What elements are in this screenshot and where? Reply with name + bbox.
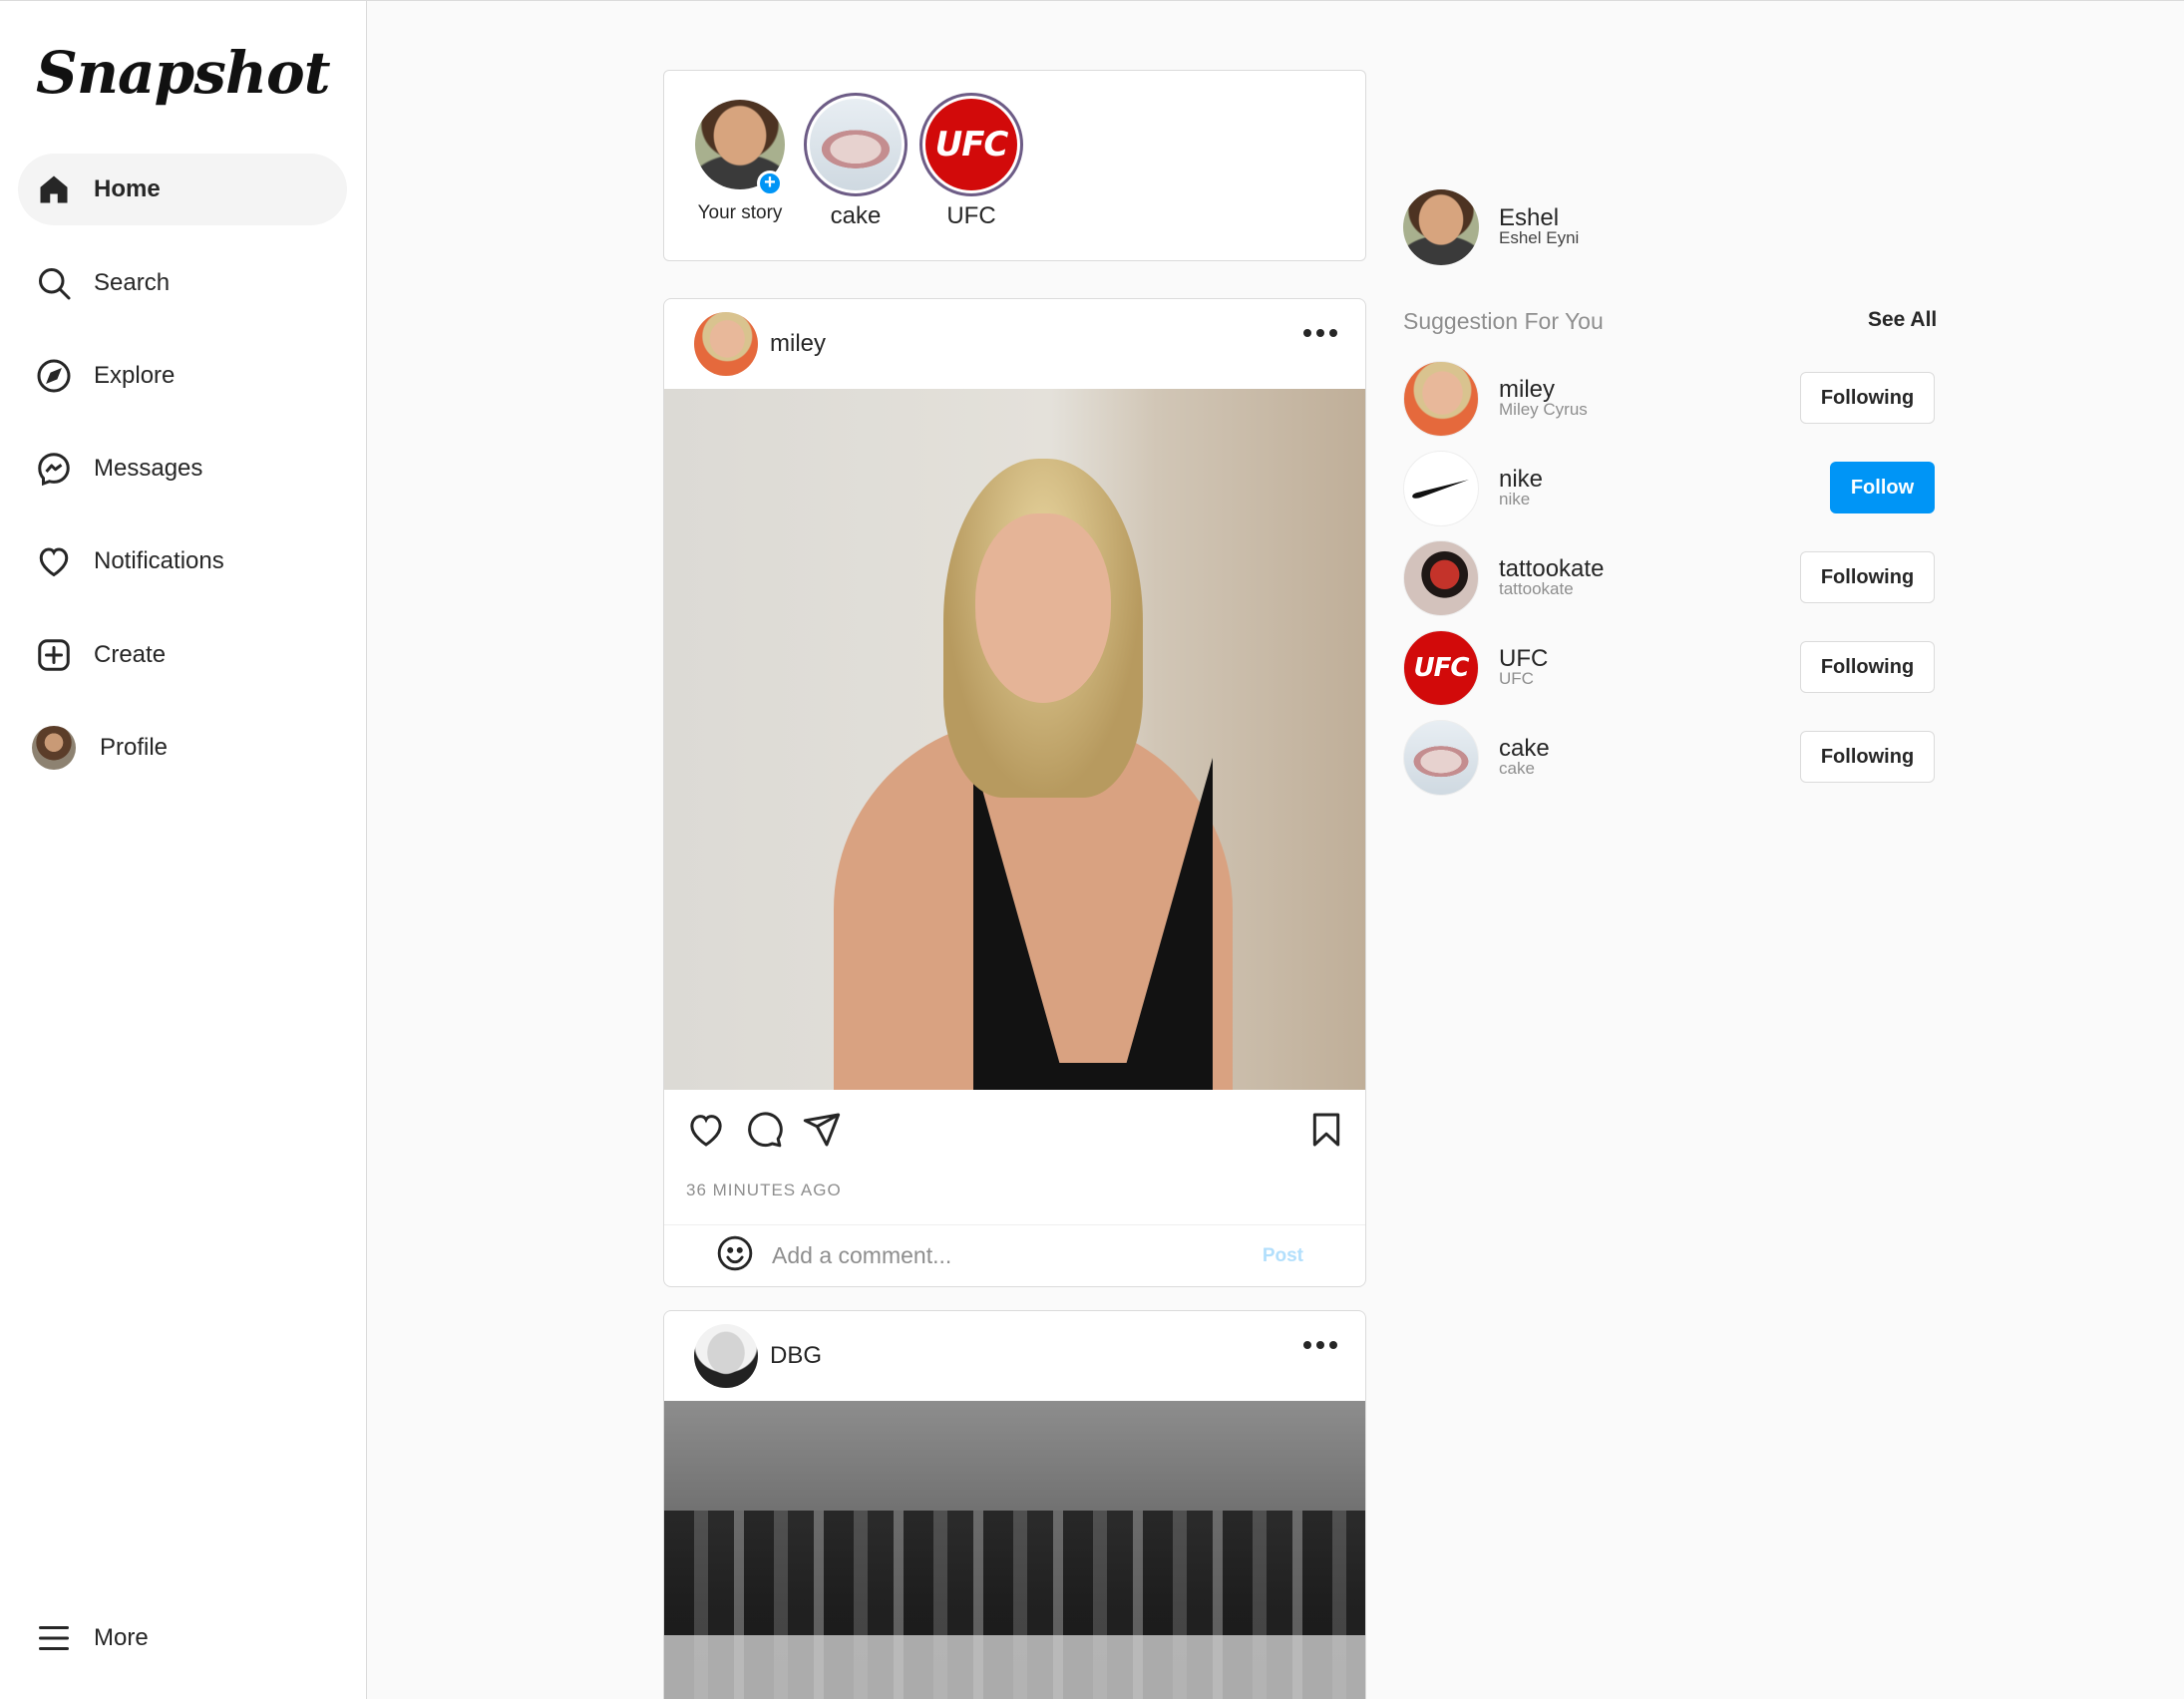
post-image[interactable] xyxy=(664,389,1365,1090)
suggestion-row: tattookate tattookate Following xyxy=(1403,540,1935,616)
suggestion-username[interactable]: nike xyxy=(1499,468,1543,492)
story-ufc[interactable]: UFC UFC xyxy=(916,93,1026,230)
following-button[interactable]: Following xyxy=(1800,731,1935,783)
nike-swoosh-icon xyxy=(1412,480,1469,499)
nav-label: Explore xyxy=(94,362,176,389)
ufc-logo[interactable]: UFC xyxy=(1403,630,1479,706)
post-actions xyxy=(664,1090,1365,1170)
search-icon xyxy=(36,265,72,301)
post-avatar[interactable] xyxy=(694,312,758,376)
nav-label: Messages xyxy=(94,455,203,482)
post-card: miley 36 MINUTES AGO Post xyxy=(663,298,1366,1287)
messenger-icon xyxy=(36,451,72,487)
post-timestamp: 36 MINUTES AGO xyxy=(686,1181,842,1199)
avatar[interactable] xyxy=(1403,451,1479,526)
post-header: miley xyxy=(664,299,1365,389)
suggestion-fullname: Miley Cyrus xyxy=(1499,400,1588,419)
nav-label: Notifications xyxy=(94,547,224,574)
post-username[interactable]: DBG xyxy=(770,1342,822,1370)
suggestion-row: miley Miley Cyrus Following xyxy=(1403,361,1935,437)
avatar[interactable] xyxy=(1403,189,1479,265)
nav-label: Home xyxy=(94,175,161,202)
see-all-link[interactable]: See All xyxy=(1868,308,1937,332)
nav-label: Search xyxy=(94,269,171,296)
current-username[interactable]: Eshel xyxy=(1499,206,1579,230)
story-label: Your story xyxy=(697,202,783,223)
following-button[interactable]: Following xyxy=(1800,551,1935,603)
suggestion-row: cake cake Following xyxy=(1403,720,1935,796)
story-cake[interactable]: cake xyxy=(801,93,910,230)
story-avatar xyxy=(810,99,902,190)
suggestion-username[interactable]: cake xyxy=(1499,737,1550,761)
suggestion-username[interactable]: UFC xyxy=(1499,647,1548,671)
suggestion-fullname: tattookate xyxy=(1499,579,1574,598)
current-fullname: Eshel Eyni xyxy=(1499,228,1580,247)
nav-label: Create xyxy=(94,641,167,668)
ufc-logo: UFC xyxy=(925,99,1017,190)
stories-tray: + Your story cake UFC UFC xyxy=(663,70,1366,261)
nav-notifications[interactable]: Notifications xyxy=(18,525,347,597)
suggestion-row: UFC UFC UFC Following xyxy=(1403,630,1935,706)
avatar[interactable] xyxy=(1403,540,1479,616)
post-avatar[interactable] xyxy=(694,1324,758,1388)
suggestion-fullname: cake xyxy=(1499,759,1535,778)
story-ring: UFC xyxy=(919,93,1023,196)
story-ring xyxy=(804,93,908,196)
sidebar: Snapshot Home Search Explore Messages No… xyxy=(0,1,367,1699)
suggestion-username[interactable]: tattookate xyxy=(1499,557,1604,581)
avatar[interactable] xyxy=(1403,361,1479,437)
compass-icon xyxy=(36,358,72,394)
comment-row: Post xyxy=(664,1224,1365,1286)
post-username[interactable]: miley xyxy=(770,330,826,358)
suggestion-fullname: UFC xyxy=(1499,669,1534,688)
app-logo[interactable]: Snapshot xyxy=(36,39,330,107)
menu-icon xyxy=(36,1620,72,1656)
add-story-icon[interactable]: + xyxy=(757,170,783,196)
more-options-icon[interactable] xyxy=(1303,329,1337,337)
comment-icon[interactable] xyxy=(744,1110,784,1150)
story-label: UFC xyxy=(946,202,996,229)
comment-input[interactable] xyxy=(772,1242,1251,1269)
story-your-story[interactable]: + Your story xyxy=(685,93,795,224)
nav-home[interactable]: Home xyxy=(18,154,347,225)
post-card: DBG xyxy=(663,1310,1366,1699)
current-user: Eshel Eshel Eyni xyxy=(1403,189,1579,265)
emoji-icon[interactable] xyxy=(716,1234,754,1277)
nav-messages[interactable]: Messages xyxy=(18,433,347,505)
nav-label: More xyxy=(94,1624,149,1651)
follow-button[interactable]: Follow xyxy=(1830,462,1935,513)
home-icon xyxy=(36,171,72,207)
nav-more[interactable]: More xyxy=(18,1602,347,1674)
following-button[interactable]: Following xyxy=(1800,372,1935,424)
heart-icon xyxy=(36,543,72,579)
story-label: cake xyxy=(830,202,882,229)
like-icon[interactable] xyxy=(686,1110,726,1150)
following-button[interactable]: Following xyxy=(1800,641,1935,693)
avatar xyxy=(32,726,76,770)
nav-create[interactable]: Create xyxy=(18,619,347,691)
post-header: DBG xyxy=(664,1311,1365,1401)
nav-search[interactable]: Search xyxy=(18,247,347,319)
suggestion-fullname: nike xyxy=(1499,490,1531,509)
share-icon[interactable] xyxy=(802,1110,842,1150)
avatar[interactable] xyxy=(1403,720,1479,796)
save-icon[interactable] xyxy=(1306,1110,1346,1150)
post-comment-button[interactable]: Post xyxy=(1263,1245,1303,1267)
nav-label: Profile xyxy=(100,734,169,761)
suggestions-title: Suggestion For You xyxy=(1403,308,1604,334)
more-options-icon[interactable] xyxy=(1303,1341,1337,1349)
nav-explore[interactable]: Explore xyxy=(18,340,347,412)
suggestion-row: nike nike Follow xyxy=(1403,451,1935,526)
suggestion-username[interactable]: miley xyxy=(1499,378,1588,402)
plus-square-icon xyxy=(36,637,72,673)
post-image[interactable] xyxy=(664,1401,1365,1699)
nav-profile[interactable]: Profile xyxy=(18,712,347,784)
